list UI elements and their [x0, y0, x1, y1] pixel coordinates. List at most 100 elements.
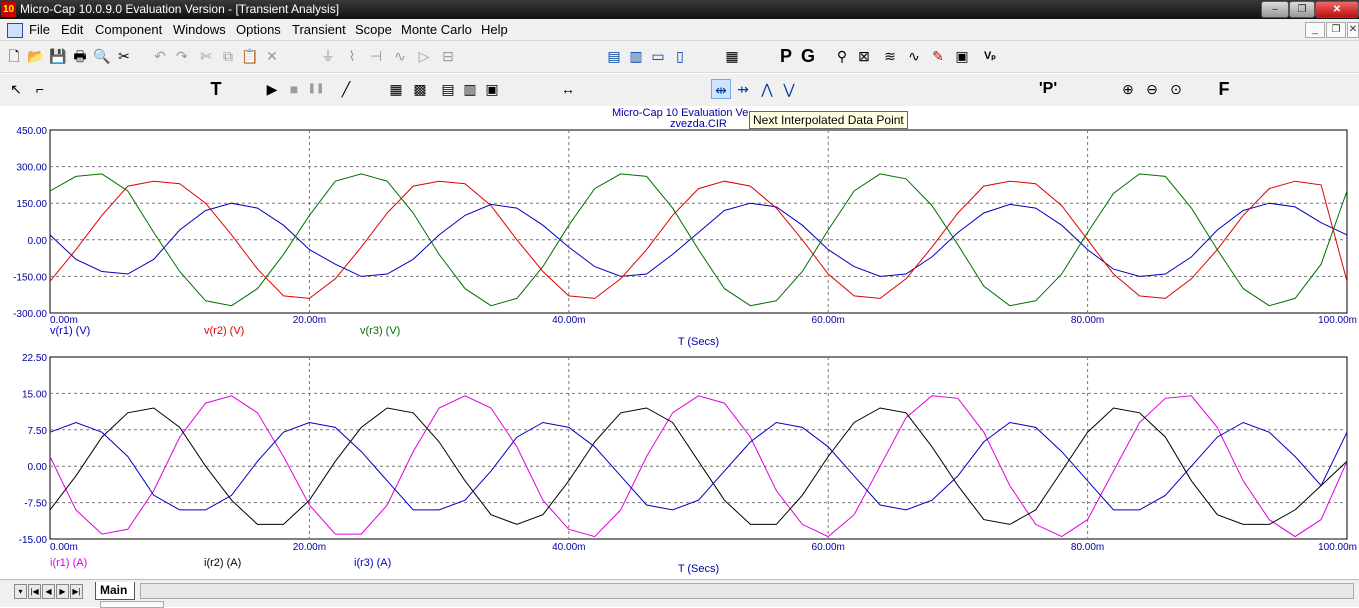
paste-icon[interactable]: 📋 [240, 46, 260, 66]
zoom-out-icon[interactable]: ⊖ [1142, 79, 1162, 99]
select-icon[interactable]: ↖ [6, 79, 26, 99]
next-tab-button[interactable]: ▶ [56, 584, 69, 599]
plot-area[interactable]: Micro-Cap 10 Evaluation Ve zvezda.CIR 45… [0, 107, 1359, 579]
cursor-icon[interactable]: ↔ [558, 79, 578, 99]
legend-entry[interactable]: i(r3) (A) [354, 557, 391, 569]
app-icon[interactable]: 10 [1, 2, 16, 17]
menu-scope[interactable]: Scope [355, 22, 392, 37]
plot-file-name: zvezda.CIR [670, 118, 727, 130]
grid-icon-4[interactable]: ▥ [460, 79, 480, 99]
tab-main[interactable]: Main [95, 582, 135, 600]
zoom-in-icon[interactable]: ⊕ [1118, 79, 1138, 99]
save-icon[interactable]: 💾 [48, 46, 68, 66]
ground-icon[interactable]: ⏚ [318, 46, 338, 66]
print-icon[interactable]: 🖶 [70, 46, 90, 66]
delete-icon[interactable]: ✕ [262, 46, 282, 66]
grid-icon-2[interactable]: ▩ [410, 79, 430, 99]
cut-disabled-icon[interactable]: ✄ [196, 46, 216, 66]
zoom-fit-icon[interactable]: ⊙ [1166, 79, 1186, 99]
y-tick-label: 0.00 [28, 462, 48, 473]
redo-icon[interactable]: ↷ [172, 46, 192, 66]
diode-icon[interactable]: ▷ [414, 46, 434, 66]
y-tick-label: 300.00 [16, 163, 47, 174]
inductor-icon[interactable]: ∿ [390, 46, 410, 66]
tab-menu-button[interactable]: ▾ [14, 584, 27, 599]
wire-icon[interactable]: ⌐ [30, 79, 50, 99]
pause-icon[interactable]: ❚❚ [306, 79, 326, 99]
y-tick-label: 150.00 [16, 199, 47, 210]
undo-icon[interactable]: ↶ [150, 46, 170, 66]
menu-monte-carlo[interactable]: Monte Carlo [401, 22, 472, 37]
x-tick-label: 100.00m [1318, 542, 1357, 553]
last-tab-button[interactable]: ▶| [70, 584, 83, 599]
x-tick-label: 40.00m [552, 542, 585, 553]
legend-entry[interactable]: v(r1) (V) [50, 325, 90, 337]
prev-interpolated-point-icon[interactable]: ⇸ [733, 79, 753, 99]
capacitor-icon[interactable]: ⊣ [366, 46, 386, 66]
text-button[interactable]: T [206, 79, 226, 99]
x-tick-label: 60.00m [812, 315, 845, 326]
minimize-button[interactable]: – [1261, 1, 1289, 18]
restore-button[interactable]: ❐ [1289, 1, 1315, 18]
grid-icon-1[interactable]: ▦ [386, 79, 406, 99]
window-vertical-icon[interactable]: ▯ [670, 46, 690, 66]
y-tick-label: 15.00 [22, 389, 47, 400]
g-button[interactable]: G [798, 46, 818, 66]
chip-icon[interactable]: ▣ [952, 46, 972, 66]
legend-entry[interactable]: v(r3) (V) [360, 325, 400, 337]
v-button[interactable]: Vₚ [980, 46, 1000, 66]
analysis-toolbar: ↖ ⌐ T ▶ ■ ❚❚ ╱ ▦ ▩ ▤ ▥ ▣ ↔ ⇹ ⇸ ⋀ ⋁ 'P' ⊕… [0, 74, 1359, 106]
calculator-icon[interactable]: ▦ [722, 46, 742, 66]
mdi-minimize-button[interactable]: _ [1305, 22, 1325, 38]
p-button[interactable]: P [776, 46, 796, 66]
voltage-chart[interactable]: 450.00300.00150.000.00-150.00-300.000.00… [13, 126, 1357, 348]
tile-windows-icon[interactable]: ▤ [604, 46, 624, 66]
pen-icon[interactable]: ✎ [928, 46, 948, 66]
y-tick-label: -15.00 [19, 535, 48, 546]
menu-file[interactable]: File [29, 22, 50, 37]
grid-icon-3[interactable]: ▤ [438, 79, 458, 99]
next-interpolated-point-icon[interactable]: ⇹ [711, 79, 731, 99]
menu-options[interactable]: Options [236, 22, 281, 37]
grid-icon-5[interactable]: ▣ [482, 79, 502, 99]
battery-icon[interactable]: ⊟ [438, 46, 458, 66]
new-file-icon[interactable]: 🗋 [4, 46, 24, 66]
cascade-windows-icon[interactable]: ▥ [626, 46, 646, 66]
valley-icon[interactable]: ⋁ [779, 79, 799, 99]
peak-icon[interactable]: ⋀ [757, 79, 777, 99]
stop-icon[interactable]: ■ [284, 79, 304, 99]
resistor-icon[interactable]: ⌇ [342, 46, 362, 66]
menu-edit[interactable]: Edit [61, 22, 83, 37]
horizontal-scrollbar[interactable] [140, 583, 1354, 599]
tooltip: Next Interpolated Data Point [749, 111, 908, 129]
copy-icon[interactable]: ⧉ [218, 46, 238, 66]
f-button[interactable]: F [1214, 79, 1234, 99]
print-preview-icon[interactable]: 🔍 [92, 46, 112, 66]
menu-component[interactable]: Component [95, 22, 162, 37]
open-file-icon[interactable]: 📂 [26, 46, 46, 66]
mdi-restore-button[interactable]: ❐ [1326, 22, 1346, 38]
menu-transient[interactable]: Transient [292, 22, 346, 37]
document-icon[interactable] [7, 23, 23, 38]
sine-icon[interactable]: ∿ [904, 46, 924, 66]
probe-icon[interactable]: ⚲ [832, 46, 852, 66]
current-chart[interactable]: 22.50 15.00 7.50 0.00 -7.50 -15.000.00m 20.00m… [19, 353, 1357, 575]
line-icon[interactable]: ╱ [336, 79, 356, 99]
legend-entry[interactable]: i(r1) (A) [50, 557, 87, 569]
p-quote-button[interactable]: 'P' [1038, 79, 1058, 99]
cut-icon[interactable]: ✂ [114, 46, 134, 66]
close-button[interactable]: ✕ [1315, 1, 1359, 18]
mdi-close-button[interactable]: ✕ [1347, 22, 1359, 38]
prev-tab-button[interactable]: ◀ [42, 584, 55, 599]
menu-windows[interactable]: Windows [173, 22, 226, 37]
window-horizontal-icon[interactable]: ▭ [648, 46, 668, 66]
y-tick-label: 450.00 [16, 126, 47, 137]
menu-help[interactable]: Help [481, 22, 508, 37]
first-tab-button[interactable]: |◀ [28, 584, 41, 599]
graph-icon[interactable]: ⊠ [854, 46, 874, 66]
legend-entry[interactable]: i(r2) (A) [204, 557, 241, 569]
y-tick-label: 22.50 [22, 353, 47, 364]
run-icon[interactable]: ▶ [262, 79, 282, 99]
legend-entry[interactable]: v(r2) (V) [204, 325, 244, 337]
waveform-icon[interactable]: ≋ [880, 46, 900, 66]
